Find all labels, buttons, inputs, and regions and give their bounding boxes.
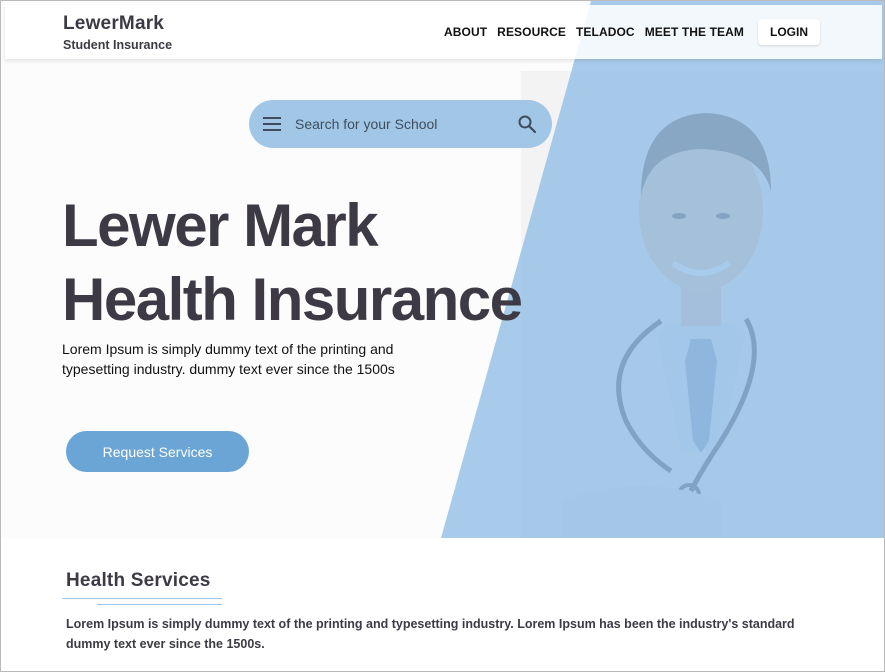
brand-name: LewerMark — [63, 13, 165, 34]
request-services-button[interactable]: Request Services — [66, 431, 249, 472]
brand-subtitle: Student Insurance — [63, 38, 173, 52]
health-services-section: Health Services Lorem Ipsum is simply du… — [1, 538, 884, 671]
page-frame: LewerMark Student Insurance ABOUT RESOUR… — [0, 0, 885, 672]
nav-teladoc[interactable]: TELADOC — [576, 25, 635, 39]
login-button[interactable]: LOGIN — [758, 19, 820, 45]
main-nav: ABOUT RESOURCE TELADOC MEET THE TEAM LOG… — [434, 19, 820, 45]
search-icon[interactable] — [517, 114, 537, 134]
services-description: Lorem Ipsum is simply dummy text of the … — [66, 617, 795, 651]
hero-title-line-1: Lewer Mark — [62, 192, 379, 259]
services-title: Health Services — [66, 570, 211, 591]
hero-title-line-2: Health Insurance — [62, 266, 523, 333]
hamburger-menu-icon[interactable] — [263, 116, 281, 132]
title-underline-accent — [97, 604, 222, 605]
hero-description: Lorem Ipsum is simply dummy text of the … — [62, 341, 395, 377]
nav-about[interactable]: ABOUT — [444, 25, 487, 39]
hero-title: Lewer Mark Health Insurance — [62, 189, 582, 337]
school-search-bar — [249, 100, 552, 148]
top-header: LewerMark Student Insurance ABOUT RESOUR… — [5, 5, 882, 59]
brand-logo[interactable]: LewerMark Student Insurance — [63, 13, 172, 52]
school-search-input[interactable] — [295, 112, 505, 136]
nav-resource[interactable]: RESOURCE — [497, 25, 566, 39]
title-underline — [62, 598, 222, 599]
nav-meet-the-team[interactable]: MEET THE TEAM — [645, 25, 744, 39]
